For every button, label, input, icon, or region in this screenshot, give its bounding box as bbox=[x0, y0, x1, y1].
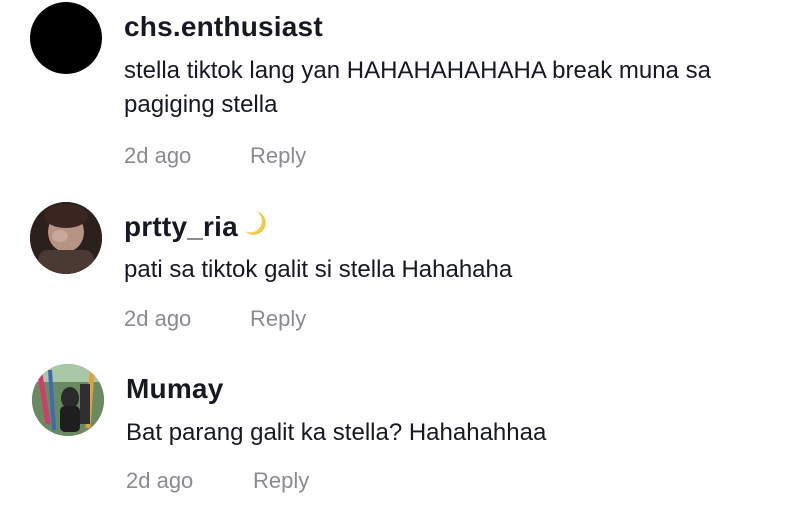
comment-item: Mumay Bat parang galit ka stella? Hahaha… bbox=[0, 0, 800, 516]
reply-button[interactable]: Reply bbox=[253, 468, 309, 494]
comment-text: Bat parang galit ka stella? Hahahahhaa bbox=[126, 419, 547, 446]
comment-list: chs.enthusiast stella tiktok lang yan HA… bbox=[0, 0, 800, 516]
avatar-photo bbox=[32, 364, 104, 436]
comment-timestamp: 2d ago bbox=[126, 468, 194, 493]
avatar[interactable] bbox=[32, 364, 104, 436]
comment-username[interactable]: Mumay bbox=[126, 373, 223, 405]
